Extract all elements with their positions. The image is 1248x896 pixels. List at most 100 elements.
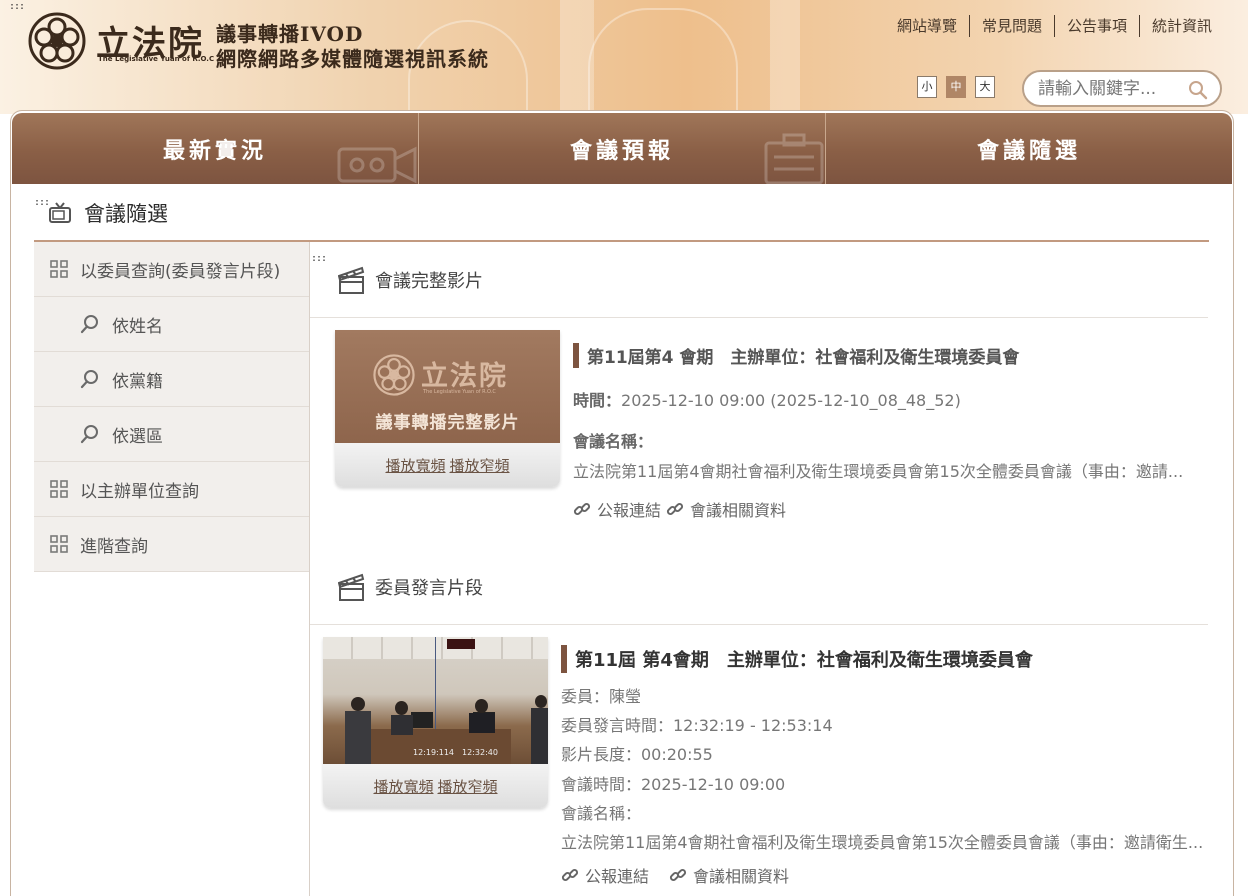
section-divider	[310, 624, 1208, 625]
meeting-name-label: 會議名稱：	[573, 428, 653, 452]
link-icon	[666, 502, 684, 516]
link-icon	[561, 868, 579, 882]
section-header-full-video: 會議完整影片	[338, 265, 483, 295]
sidebar-divider	[309, 242, 310, 896]
system-title-line2: 網際網路多媒體隨選視訊系統	[216, 47, 489, 71]
related-docs-link[interactable]: 會議相關資料	[669, 863, 789, 887]
sidebar-item-by-member[interactable]: 以委員查詢(委員發言片段)	[34, 242, 309, 297]
gazette-link-label: 公報連結	[597, 501, 662, 520]
clip-speak-time: 委員發言時間：12:32:19 - 12:53:14	[561, 716, 833, 735]
full-video-thumbnail[interactable]: 立法院 The Legislative Yuan of R.O.C 議事轉播完整…	[335, 330, 560, 443]
search-box	[1022, 70, 1222, 107]
main-nav: 最新實況 會議預報 會議隨選	[12, 113, 1232, 184]
top-link-faq[interactable]: 常見問題	[970, 15, 1055, 37]
grid-icon	[50, 260, 68, 278]
top-links: 網站導覽 常見問題 公告事項 統計資訊	[885, 15, 1212, 37]
clip-meeting-title-text: 第11屆 第4會期 主辦單位：社會福利及衛生環境委員會	[575, 650, 1033, 671]
person-head	[475, 699, 488, 713]
full-video-card: 立法院 The Legislative Yuan of R.O.C 議事轉播完整…	[335, 330, 560, 487]
meeting-name-label-text: 會議名稱：	[573, 432, 654, 451]
clip-meeting-name: 立法院第11屆第4會期社會福利及衛生環境委員會第15次全體委員會議（事由：邀請衛…	[561, 833, 1204, 852]
play-options: 播放寬頻 播放窄頻	[323, 764, 548, 808]
play-wide-link[interactable]: 播放寬頻	[373, 776, 433, 797]
nav-tab-on-demand[interactable]: 會議隨選	[826, 113, 1232, 184]
play-wide-link[interactable]: 播放寬頻	[385, 455, 445, 476]
header-background-pillar	[770, 0, 800, 114]
sidebar: 以委員查詢(委員發言片段) 依姓名 依黨籍 依選區 以主辦單位查詢 進階查詢	[34, 242, 309, 572]
search-icon[interactable]	[1188, 80, 1208, 100]
skip-marker[interactable]: :::	[9, 2, 25, 12]
clip-meeting-name-label: 會議名稱：	[561, 804, 642, 823]
gazette-link[interactable]: 公報連結	[573, 497, 661, 521]
legislative-seal-logo[interactable]	[28, 12, 86, 70]
meeting-links: 公報連結 會議相關資料	[573, 497, 786, 521]
link-icon	[573, 502, 591, 516]
clapperboard-icon	[338, 266, 365, 294]
time-label: 時間：	[573, 391, 622, 410]
font-size-switcher: 小 中 大	[917, 76, 995, 98]
clip-meeting-title: 第11屆 第4會期 主辦單位：社會福利及衛生環境委員會	[561, 645, 1033, 673]
sidebar-item-by-name[interactable]: 依姓名	[34, 297, 309, 352]
section-divider	[310, 317, 1208, 318]
person-head	[535, 695, 547, 708]
play-narrow-link[interactable]: 播放窄頻	[438, 776, 498, 797]
thumbnail-logo-text: 立法院	[421, 361, 508, 392]
logo-english-text: The Legislative Yuan of R.O.C	[98, 55, 215, 63]
meeting-title: 第11屆第4 會期 主辦單位：社會福利及衛生環境委員會	[573, 343, 1019, 368]
clapperboard-icon	[338, 573, 365, 601]
clip-thumbnail[interactable]: 12:19:114 12:32:40	[323, 637, 548, 764]
search-input[interactable]	[1038, 79, 1188, 99]
meeting-time: 時間：2025-12-10 09:00 (2025-12-10_08_48_52…	[573, 387, 961, 411]
related-docs-link-label: 會議相關資料	[693, 867, 790, 886]
video-camera-icon	[337, 146, 417, 184]
related-docs-link[interactable]: 會議相關資料	[666, 497, 786, 521]
play-narrow-link[interactable]: 播放窄頻	[450, 455, 510, 476]
sidebar-item-by-district[interactable]: 依選區	[34, 407, 309, 462]
font-size-small-button[interactable]: 小	[917, 76, 937, 98]
font-size-large-button[interactable]: 大	[975, 76, 995, 98]
person-body	[469, 713, 495, 733]
clock-display	[447, 639, 475, 649]
title-accent-bar	[573, 343, 579, 368]
video-timestamp: 12:19:114 12:32:40	[413, 748, 498, 757]
section-title: 委員發言片段	[375, 578, 483, 599]
sidebar-item-label: 以主辦單位查詢	[80, 481, 199, 502]
clip-member: 委員：陳瑩	[561, 687, 642, 706]
sidebar-item-label: 依姓名	[112, 316, 163, 337]
nav-tab-label: 會議隨選	[976, 138, 1081, 164]
search-icon	[80, 314, 100, 334]
section-title: 會議完整影片	[375, 271, 483, 292]
top-link-sitemap[interactable]: 網站導覽	[885, 15, 970, 37]
sidebar-item-advanced-search[interactable]: 進階查詢	[34, 517, 309, 572]
nav-tab-live[interactable]: 最新實況	[12, 113, 419, 184]
nav-tab-forecast[interactable]: 會議預報	[419, 113, 826, 184]
clip-duration: 影片長度：00:20:55	[561, 745, 713, 764]
page-title-text: 會議隨選	[84, 202, 168, 226]
skip-marker[interactable]: :::	[34, 198, 50, 208]
page-title: 會議隨選	[48, 198, 168, 228]
sidebar-item-label: 以委員查詢(委員發言片段)	[80, 261, 281, 282]
thumbnail-logo-english: The Legislative Yuan of R.O.C	[423, 389, 496, 395]
top-link-statistics[interactable]: 統計資訊	[1140, 15, 1212, 37]
sidebar-item-by-party[interactable]: 依黨籍	[34, 352, 309, 407]
tv-icon	[49, 202, 71, 223]
sidebar-item-by-organizer[interactable]: 以主辦單位查詢	[34, 462, 309, 517]
clipboard-icon	[764, 133, 824, 184]
person-body	[391, 715, 413, 735]
clip-links: 公報連結 會議相關資料	[561, 863, 789, 887]
top-link-announcements[interactable]: 公告事項	[1055, 15, 1140, 37]
legislative-seal-logo	[373, 354, 415, 396]
section-header-clips: 委員發言片段	[338, 572, 483, 602]
skip-marker[interactable]: :::	[311, 254, 327, 264]
gazette-link[interactable]: 公報連結	[561, 863, 649, 887]
meeting-name: 立法院第11屆第4會期社會福利及衛生環境委員會第15次全體委員會議（事由：邀請.…	[573, 462, 1184, 481]
gazette-link-label: 公報連結	[585, 867, 650, 886]
title-accent-bar	[561, 645, 567, 673]
person-head	[351, 697, 365, 711]
font-size-medium-button[interactable]: 中	[946, 76, 966, 98]
nav-tab-label: 會議預報	[569, 138, 674, 164]
sidebar-item-label: 進階查詢	[80, 536, 148, 557]
sidebar-item-label: 依選區	[112, 426, 163, 447]
play-options: 播放寬頻 播放窄頻	[335, 443, 560, 487]
search-icon	[80, 369, 100, 389]
